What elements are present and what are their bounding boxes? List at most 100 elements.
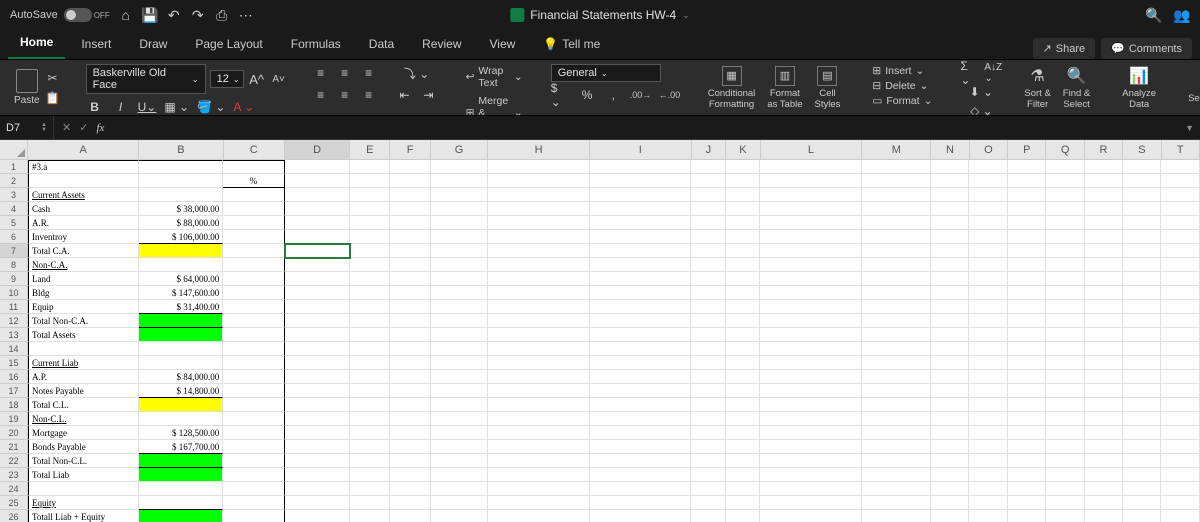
row-header-21[interactable]: 21 [0,440,28,454]
cell-R19[interactable] [1085,412,1123,426]
cell-N1[interactable] [931,160,969,174]
cell-E26[interactable] [350,510,390,522]
sensitivity-button[interactable]: 🏷Sensitivity [1184,71,1200,104]
cut-icon[interactable]: ✂ [44,69,62,87]
cell-G15[interactable] [431,356,489,370]
cell-L17[interactable] [760,384,861,398]
col-header-F[interactable]: F [390,140,430,160]
cell-I11[interactable] [590,300,691,314]
cell-S21[interactable] [1123,440,1161,454]
cell-E1[interactable] [350,160,390,174]
delete-cells-button[interactable]: ⊟Delete ⌄ [868,79,932,93]
cell-K23[interactable] [726,468,761,482]
cell-J8[interactable] [691,258,726,272]
cell-M17[interactable] [862,384,931,398]
cell-F6[interactable] [390,230,430,244]
cell-B4[interactable]: $ 38,000.00 [139,202,223,216]
cell-E7[interactable] [350,244,390,258]
row-header-17[interactable]: 17 [0,384,28,398]
cell-T2[interactable] [1161,174,1199,188]
cell-S20[interactable] [1123,426,1161,440]
cell-F12[interactable] [390,314,430,328]
cell-R18[interactable] [1085,398,1123,412]
cell-P15[interactable] [1008,356,1046,370]
cell-D17[interactable] [285,384,350,398]
cell-S26[interactable] [1123,510,1161,522]
cell-A15[interactable]: Current Liab [28,356,139,370]
cell-D19[interactable] [285,412,350,426]
cell-E25[interactable] [350,496,390,510]
cell-L26[interactable] [760,510,861,522]
cell-N2[interactable] [931,174,969,188]
search-icon[interactable]: 🔍 [1146,7,1162,23]
col-header-S[interactable]: S [1123,140,1161,160]
row-header-11[interactable]: 11 [0,300,28,314]
cell-L20[interactable] [760,426,861,440]
cell-K18[interactable] [726,398,761,412]
cell-E9[interactable] [350,272,390,286]
align-bottom-icon[interactable]: ≡ [360,64,378,82]
row-header-19[interactable]: 19 [0,412,28,426]
cell-F3[interactable] [390,188,430,202]
cell-G11[interactable] [431,300,489,314]
cell-J16[interactable] [691,370,726,384]
cell-O3[interactable] [969,188,1007,202]
print-icon[interactable]: ⎙ [214,7,230,23]
cell-K1[interactable] [726,160,761,174]
autosave-toggle[interactable]: AutoSave OFF [10,8,110,22]
cell-T25[interactable] [1161,496,1199,510]
align-middle-icon[interactable]: ≡ [336,64,354,82]
cell-O11[interactable] [969,300,1007,314]
cell-G18[interactable] [431,398,489,412]
cell-L5[interactable] [760,216,861,230]
cell-T15[interactable] [1161,356,1199,370]
name-box[interactable]: D7▲▼ [0,116,54,139]
cell-E11[interactable] [350,300,390,314]
cell-L4[interactable] [760,202,861,216]
cell-P23[interactable] [1008,468,1046,482]
cell-H20[interactable] [488,426,589,440]
col-header-C[interactable]: C [224,140,285,160]
cell-N5[interactable] [931,216,969,230]
cell-E24[interactable] [350,482,390,496]
cell-S6[interactable] [1123,230,1161,244]
cell-O5[interactable] [969,216,1007,230]
cell-R7[interactable] [1085,244,1123,258]
cell-Q11[interactable] [1046,300,1084,314]
cell-T9[interactable] [1161,272,1199,286]
cell-C15[interactable] [223,356,284,370]
cell-K21[interactable] [726,440,761,454]
cell-M10[interactable] [862,286,931,300]
cell-H4[interactable] [488,202,589,216]
cell-B5[interactable]: $ 88,000.00 [139,216,223,230]
cell-J15[interactable] [691,356,726,370]
cell-R4[interactable] [1085,202,1123,216]
cell-J6[interactable] [691,230,726,244]
cell-S11[interactable] [1123,300,1161,314]
cell-O24[interactable] [969,482,1007,496]
row-header-16[interactable]: 16 [0,370,28,384]
cell-A5[interactable]: A.R. [28,216,139,230]
insert-cells-button[interactable]: ⊞Insert ⌄ [868,64,928,78]
cell-P16[interactable] [1008,370,1046,384]
cell-C26[interactable] [223,510,284,522]
cell-N13[interactable] [931,328,969,342]
cell-P4[interactable] [1008,202,1046,216]
cell-F4[interactable] [390,202,430,216]
row-header-18[interactable]: 18 [0,398,28,412]
cell-A20[interactable]: Mortgage [28,426,139,440]
cell-B16[interactable]: $ 84,000.00 [139,370,223,384]
cell-N8[interactable] [931,258,969,272]
cell-F13[interactable] [390,328,430,342]
cell-L9[interactable] [760,272,861,286]
col-header-T[interactable]: T [1162,140,1200,160]
cell-C4[interactable] [223,202,284,216]
cell-B9[interactable]: $ 64,000.00 [139,272,223,286]
cell-F23[interactable] [390,468,430,482]
cell-G26[interactable] [431,510,489,522]
cell-C11[interactable] [223,300,284,314]
spreadsheet-grid[interactable]: 1234567891011121314151617181920212223242… [0,140,1200,522]
fill-color-button[interactable]: 🪣 ⌄ [197,98,225,116]
italic-button[interactable]: I [112,98,130,116]
cell-J24[interactable] [691,482,726,496]
